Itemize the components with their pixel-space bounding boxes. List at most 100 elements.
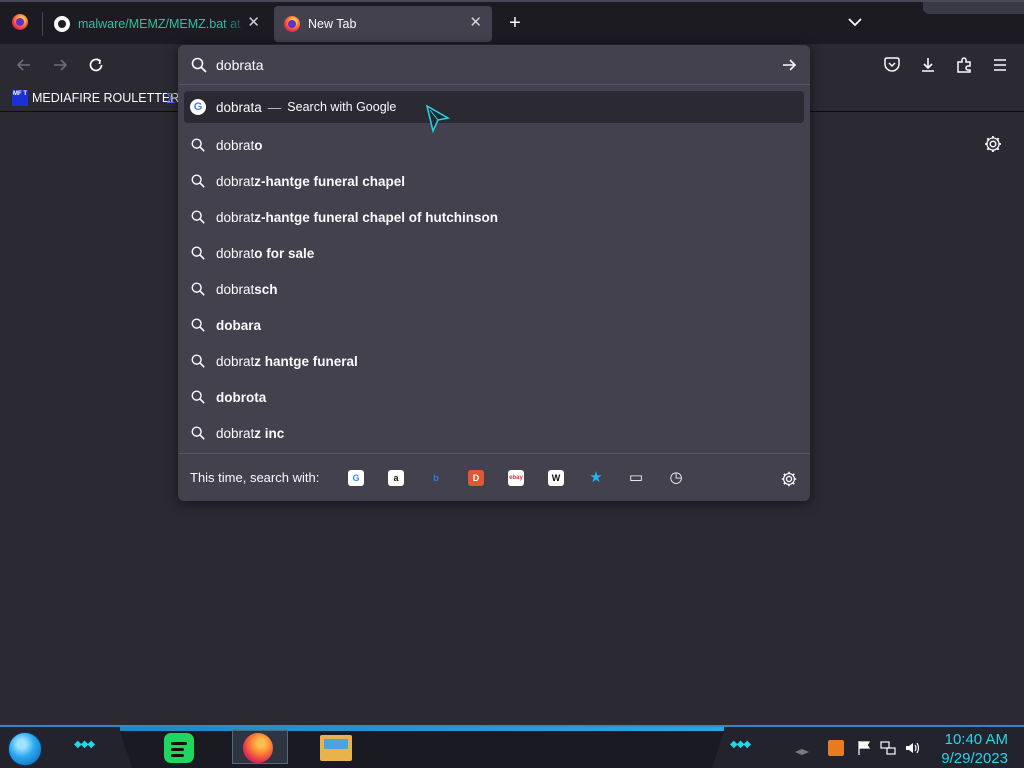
bookmarks-engine-icon[interactable]: ★ [588,470,604,486]
java-update-icon[interactable] [828,740,844,756]
clock-time: 10:40 AM [944,731,1008,748]
decorative-chevrons: ◆◆◆ [74,739,95,750]
search-suggestion[interactable]: dobrat z inc [184,415,804,451]
tabs-engine-icon[interactable]: ▭ [628,470,644,486]
suggestion-completion: z-hantge funeral chapel of hutchinson [254,209,499,225]
suggestion-completion: o [254,137,263,153]
result-title: dobrata [216,99,262,115]
one-off-label: This time, search with: [190,470,320,485]
decorative-chevrons: ◆◆◆ [730,739,751,750]
search-icon [191,318,205,332]
firefox-taskbar-icon[interactable] [243,733,273,763]
google-icon: G [190,99,206,115]
search-icon [191,174,205,188]
suggestion-prefix: dobrat [216,173,255,189]
taskbar: ◆◆◆ ◆◆◆ 10:40 AM 9/29/2023 [0,725,1024,768]
search-settings-gear-icon[interactable] [780,470,798,488]
search-icon [191,354,205,368]
tab-github-memz[interactable]: malware/MEMZ/MEMZ.bat at ✕ [42,6,270,42]
spotify-taskbar-icon[interactable] [164,733,194,763]
go-arrow-icon[interactable] [780,56,798,74]
window-decoration [914,2,1024,14]
search-icon [191,138,205,152]
suggestion-prefix: dobrat [216,353,255,369]
close-tab-icon[interactable]: ✕ [247,15,260,31]
close-tab-icon[interactable]: ✕ [469,15,482,31]
suggestion-completion: sch [254,281,278,297]
suggestion-prefix: dobrat [216,245,255,261]
search-suggestion[interactable]: dobrat z-hantge funeral chapel [184,163,804,199]
search-suggestion[interactable]: dobara [184,307,804,343]
bookmark-mediafire-rouletter[interactable]: MF T MEDIAFIRE ROULETTER [12,90,179,106]
history-engine-icon[interactable]: ◷ [668,470,684,486]
pocket-icon[interactable] [882,55,902,75]
bookmark-sigma-icon[interactable]: Σ [166,90,175,107]
new-tab-button[interactable]: + [504,12,526,34]
search-suggestion[interactable]: dobrat sch [184,271,804,307]
search-suggestion[interactable]: dobrat z-hantge funeral chapel of hutchin… [184,199,804,235]
reload-icon[interactable] [86,55,106,75]
result-heuristic-search[interactable]: G dobrata — Search with Google [184,91,804,123]
duckduckgo-engine-icon[interactable]: D [468,470,484,486]
search-suggestion[interactable]: dobrat o for sale [184,235,804,271]
search-icon [191,426,205,440]
bookmark-label: MEDIAFIRE ROULETTER [32,91,180,105]
downloads-icon[interactable] [918,55,938,75]
tab-new-tab[interactable]: New Tab ✕ [274,6,492,42]
wikipedia-engine-icon[interactable]: W [548,470,564,486]
suggestion-prefix: dobrat [216,209,255,225]
ebay-engine-icon[interactable]: ebay [508,470,524,486]
suggestion-prefix: dobrat [216,425,255,441]
suggestion-list: dobrat o dobrat z-hantge funeral chapel dobr… [184,127,804,451]
search-icon [191,390,205,404]
search-icon [191,210,205,224]
amazon-engine-icon[interactable]: a [388,470,404,486]
url-input[interactable] [216,53,756,77]
urlbar-results: G dobrata — Search with Google dobrat o do… [184,91,804,451]
suggestion-completion: z inc [254,425,285,441]
hamburger-menu-icon[interactable] [990,55,1010,75]
firefox-view-icon[interactable] [12,14,28,30]
search-suggestion[interactable]: dobrota [184,379,804,415]
start-button[interactable] [8,732,42,766]
result-action: Search with Google [287,100,397,114]
suggestion-completion: dobara [216,317,262,333]
tab-title: New Tab [308,17,357,31]
urlbar-input-row [178,45,810,85]
search-icon [191,282,205,296]
clock-date: 9/29/2023 [941,750,1008,767]
tab-strip: malware/MEMZ/MEMZ.bat at ✕ New Tab ✕ + [0,0,1024,44]
taskbar-center-panel [120,731,724,768]
action-center-flag-icon[interactable] [856,740,872,756]
suggestion-completion: z-hantge funeral chapel [254,173,406,189]
mediafire-favicon-icon: MF T [12,90,28,106]
mouse-cursor-icon [425,104,451,134]
one-off-search-row: This time, search with: Ga b Debay W ★ ▭ ◷ [178,453,810,501]
google-engine-icon[interactable]: G [348,470,364,486]
file-explorer-taskbar-icon[interactable] [320,735,352,761]
volume-icon[interactable] [904,740,920,756]
list-all-tabs-chevron-icon[interactable] [845,12,865,32]
search-suggestion[interactable]: dobrat o [184,127,804,163]
network-icon[interactable] [880,740,896,756]
search-icon [191,246,205,260]
extensions-icon[interactable] [954,55,974,75]
search-suggestion[interactable]: dobrat z hantge funeral [184,343,804,379]
urlbar-dropdown: G dobrata — Search with Google dobratodo… [178,45,810,501]
back-arrow-icon[interactable] [14,55,34,75]
system-clock[interactable]: 10:40 AM 9/29/2023 [941,730,1008,768]
forward-arrow-icon[interactable] [50,55,70,75]
search-icon [191,57,207,73]
github-icon [54,16,70,32]
suggestion-prefix: dobrat [216,281,255,297]
newtab-settings-gear-icon[interactable] [983,134,1003,154]
result-separator: — [267,99,282,115]
suggestion-prefix: dobrat [216,137,255,153]
bing-engine-icon[interactable]: b [428,470,444,486]
firefox-favicon-icon [284,16,300,32]
suggestion-completion: z hantge funeral [254,353,358,369]
suggestion-completion: dobrota [216,389,267,405]
tray-stack-icon[interactable] [794,740,810,756]
suggestion-completion: o for sale [254,245,315,261]
taskbar-accent-strip [120,727,724,731]
